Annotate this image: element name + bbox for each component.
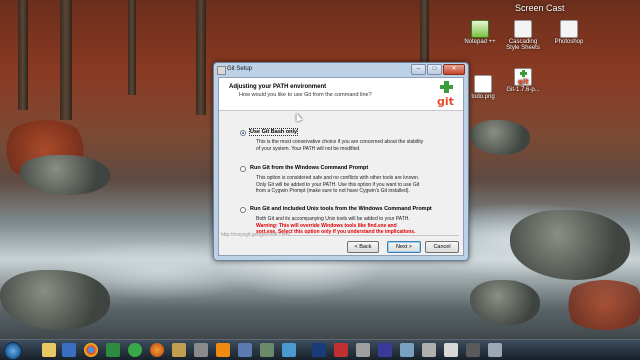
app-taskbar-icon[interactable] [356, 343, 370, 357]
footer-divider [289, 235, 459, 236]
rock [470, 120, 530, 155]
app-taskbar-icon[interactable] [422, 343, 436, 357]
rock [510, 210, 630, 280]
desktop-icon-photoshop[interactable]: Photoshop [548, 20, 590, 45]
utorrent-taskbar-icon[interactable] [128, 343, 142, 357]
tree-trunk [128, 0, 136, 95]
option-label[interactable]: Run Git and included Unix tools from the… [250, 206, 432, 212]
close-button[interactable]: ✕ [443, 64, 465, 75]
page-title: Adjusting your PATH environment [229, 84, 327, 90]
rock [20, 155, 110, 195]
tree-trunk [18, 0, 28, 110]
option-label[interactable]: Run Git from the Windows Command Prompt [250, 165, 368, 171]
wizard-header: Adjusting your PATH environment How woul… [219, 78, 463, 111]
maximize-button[interactable]: □ [427, 64, 442, 75]
radio-use-git-bash-only[interactable] [240, 130, 246, 136]
git-setup-dialog: Git Setup – □ ✕ Adjusting your PATH envi… [213, 62, 469, 261]
css-file-icon [514, 20, 532, 38]
page-subtitle: How would you like to use Git from the c… [239, 92, 372, 98]
app-taskbar-icon[interactable] [466, 343, 480, 357]
cancel-button[interactable]: Cancel [425, 241, 459, 253]
footer-url: http://msysgit.googlecode.com/ [221, 232, 290, 238]
app-taskbar-icon[interactable] [172, 343, 186, 357]
desktop-icon-git-installer[interactable]: git Git-1.7.6-p... [502, 68, 544, 93]
photoshop-icon [560, 20, 578, 38]
app-taskbar-icon[interactable] [260, 343, 274, 357]
app-taskbar-icon[interactable] [238, 343, 252, 357]
vlc-taskbar-icon[interactable] [216, 343, 230, 357]
start-button[interactable] [4, 342, 22, 360]
desktop-icon-label: Cascading Style Sheets [506, 39, 540, 51]
tree-trunk [60, 0, 72, 120]
tree-trunk [196, 0, 206, 115]
app-taskbar-icon[interactable] [194, 343, 208, 357]
notepad-plus-plus-icon [471, 20, 489, 38]
photoshop-taskbar-icon[interactable] [312, 343, 326, 357]
option-description: This option is considered safe and no co… [256, 175, 456, 195]
desktop-icon-css[interactable]: Cascading Style Sheets [502, 20, 544, 51]
option-label[interactable]: Use Git Bash only [248, 128, 299, 136]
description-line: of your system. Your PATH will not be mo… [256, 145, 361, 152]
taskbar [0, 339, 640, 360]
app-taskbar-icon[interactable] [334, 343, 348, 357]
description-line: from a Cygwin Prompt (make sure to not h… [256, 188, 410, 194]
desktop-icon-label: Notepad ++ [464, 39, 496, 45]
window-controls: – □ ✕ [411, 64, 465, 75]
app-taskbar-icon[interactable] [378, 343, 392, 357]
rock [470, 280, 540, 325]
dialog-client-area: Adjusting your PATH environment How woul… [218, 77, 464, 256]
git-logo-icon: git [436, 81, 456, 108]
app-taskbar-icon[interactable] [400, 343, 414, 357]
git-installer-icon: git [514, 68, 532, 86]
svg-text:git: git [437, 95, 454, 107]
next-button[interactable]: Next > [387, 241, 421, 253]
autumn-foliage [560, 280, 640, 330]
desktop-icon-label: Git-1.7.6-p... [506, 87, 540, 93]
radio-run-git-from-cmd[interactable] [240, 166, 246, 172]
option-description: This is the most conservative choice if … [256, 139, 456, 152]
title-bar[interactable]: Git Setup – □ ✕ [214, 63, 468, 76]
explorer-taskbar-icon[interactable] [42, 343, 56, 357]
window-title: Git Setup [227, 66, 253, 72]
git-setup-taskbar-icon[interactable] [444, 343, 458, 357]
back-button[interactable]: < Back [347, 241, 379, 253]
app-taskbar-icon[interactable] [282, 343, 296, 357]
wizard-footer: http://msysgit.googlecode.com/ < Back Ne… [219, 232, 463, 255]
desktop-icon-notepad-plus-plus[interactable]: Notepad ++ [459, 20, 501, 45]
firefox-taskbar-icon[interactable] [150, 343, 164, 357]
options-panel: Use Git Bash only This is the most conse… [219, 111, 463, 239]
png-file-icon [474, 75, 492, 93]
desktop-icon-label: Photoshop [554, 39, 584, 45]
minimize-button[interactable]: – [411, 64, 426, 75]
svg-text:git: git [518, 78, 529, 85]
setup-app-icon [217, 66, 226, 75]
chrome-taskbar-icon[interactable] [84, 343, 98, 357]
app-taskbar-icon[interactable] [488, 343, 502, 357]
media-player-taskbar-icon[interactable] [62, 343, 76, 357]
rock [0, 270, 110, 330]
radio-run-git-and-unix-tools[interactable] [240, 207, 246, 213]
green-app-taskbar-icon[interactable] [106, 343, 120, 357]
screen-cast-label: Screen Cast [515, 3, 565, 13]
